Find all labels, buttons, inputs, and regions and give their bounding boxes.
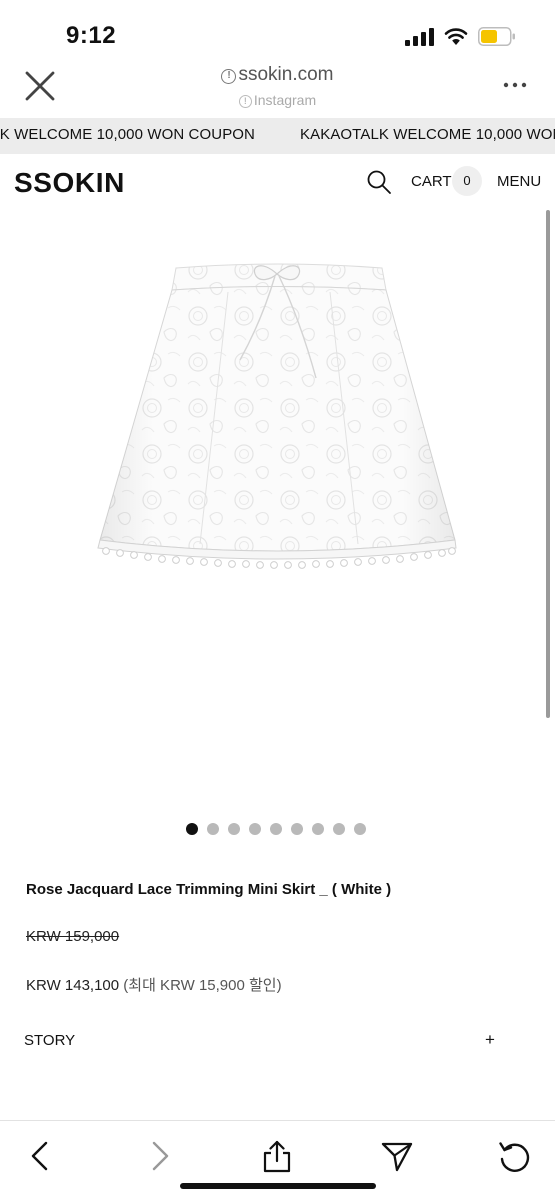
page-scrollbar[interactable] <box>546 210 550 718</box>
image-carousel-indicator <box>186 823 366 835</box>
marquee-text-right: KAKAOTALK WELCOME 10,000 WON COUPON <box>300 126 555 143</box>
carousel-dot[interactable] <box>312 823 324 835</box>
url-domain[interactable]: ! ssokin.com <box>0 64 555 86</box>
carousel-dot[interactable] <box>228 823 240 835</box>
forward-icon[interactable] <box>142 1139 176 1173</box>
story-label: STORY <box>24 1032 76 1049</box>
send-icon[interactable] <box>380 1139 414 1173</box>
status-bar: 9:12 <box>0 0 555 62</box>
back-icon[interactable] <box>24 1139 58 1173</box>
carousel-dot[interactable] <box>207 823 219 835</box>
battery-icon <box>478 27 515 46</box>
discount-note: (최대 KRW 15,900 할인) <box>123 977 282 994</box>
marquee-text-left: LK WELCOME 10,000 WON COUPON <box>0 126 255 143</box>
subtitle-info-icon: ! <box>238 95 252 108</box>
story-accordion[interactable]: STORY + <box>0 1020 555 1062</box>
carousel-dot[interactable] <box>249 823 261 835</box>
product-image[interactable] <box>0 210 555 810</box>
wifi-icon <box>444 28 468 45</box>
browser-toolbar <box>0 1120 555 1200</box>
cellular-signal-icon <box>405 28 434 46</box>
url-subtitle: ! Instagram <box>0 92 555 108</box>
share-icon[interactable] <box>260 1139 294 1173</box>
url-subtitle-text: Instagram <box>253 92 317 108</box>
product-title: Rose Jacquard Lace Trimming Mini Skirt _… <box>26 881 392 898</box>
menu-button[interactable]: MENU <box>497 173 541 190</box>
original-price: KRW 159,000 <box>26 928 120 945</box>
coupon-marquee[interactable]: LK WELCOME 10,000 WON COUPON KAKAOTALK W… <box>0 118 555 154</box>
carousel-dot[interactable] <box>354 823 366 835</box>
carousel-dot[interactable] <box>270 823 282 835</box>
sale-price-row: KRW 143,100 (최대 KRW 15,900 할인) <box>26 974 282 995</box>
more-icon[interactable] <box>502 72 528 98</box>
home-indicator <box>180 1183 376 1189</box>
sale-price: KRW 143,100 <box>26 977 120 994</box>
plus-icon[interactable]: + <box>485 1030 495 1050</box>
site-logo[interactable]: SSOKIN <box>14 167 125 199</box>
carousel-dot[interactable] <box>291 823 303 835</box>
site-info-icon[interactable]: ! <box>221 69 237 84</box>
search-icon[interactable] <box>366 169 392 195</box>
reload-icon[interactable] <box>497 1139 531 1173</box>
site-header: SSOKIN CART 0 MENU <box>0 155 555 209</box>
url-domain-text: ssokin.com <box>238 64 334 85</box>
cart-count-badge[interactable]: 0 <box>452 166 482 196</box>
carousel-dot[interactable] <box>333 823 345 835</box>
carousel-dot[interactable] <box>186 823 198 835</box>
browser-header: ! ssokin.com ! Instagram <box>0 62 555 118</box>
cart-button[interactable]: CART <box>411 173 452 190</box>
status-time: 9:12 <box>66 22 117 49</box>
